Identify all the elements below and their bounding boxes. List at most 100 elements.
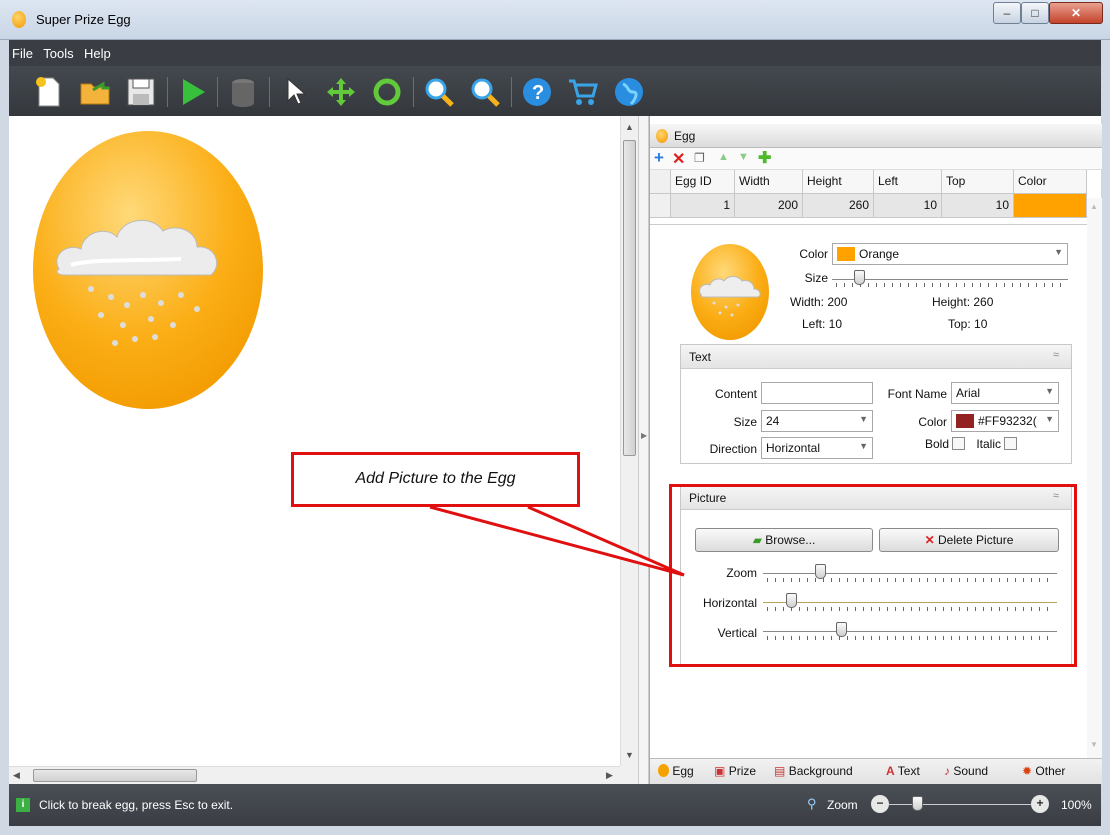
menu-file[interactable]: File — [9, 40, 37, 61]
egg-preview — [691, 244, 769, 340]
zoom-slider-track[interactable] — [889, 804, 1031, 805]
zoom-out-button[interactable]: − — [871, 795, 889, 813]
egg-icon — [656, 129, 668, 143]
egg-color-value: Orange — [859, 247, 900, 261]
cell-left[interactable]: 10 — [874, 194, 942, 218]
canvas-vertical-scrollbar[interactable]: ▲ ▼ — [620, 116, 638, 766]
prize-egg[interactable] — [31, 129, 265, 411]
tab-egg-label: Egg — [672, 764, 694, 778]
scroll-thumb[interactable] — [33, 769, 197, 782]
panel-splitter[interactable]: ▶ — [638, 116, 649, 784]
scroll-right-arrow[interactable]: ▶ — [606, 770, 613, 781]
minimize-button[interactable]: – — [993, 2, 1021, 24]
properties-panel: Egg + ✕ ❐ ▲ ▼ ✚ Egg ID Width Height Left… — [649, 116, 1102, 784]
column-header-egg-id[interactable]: Egg ID — [671, 170, 735, 194]
callout-box: Add Picture to the Egg — [291, 452, 580, 507]
gift-icon: ▣ — [714, 764, 726, 778]
save-icon[interactable] — [125, 76, 157, 108]
column-header-left[interactable]: Left — [874, 170, 942, 194]
tab-background[interactable]: ▤ Background — [774, 764, 853, 778]
scroll-thumb[interactable] — [623, 140, 636, 456]
zoom-in-button[interactable]: + — [1031, 795, 1049, 813]
column-header-color[interactable]: Color — [1014, 170, 1087, 194]
row-header[interactable] — [650, 194, 671, 218]
chevron-down-icon: ▼ — [1045, 414, 1054, 424]
maximize-button[interactable]: □ — [1021, 2, 1049, 24]
cell-width[interactable]: 200 — [735, 194, 803, 218]
help-icon[interactable]: ? — [521, 76, 553, 108]
cell-egg-id[interactable]: 1 — [671, 194, 735, 218]
zoom-out-icon[interactable] — [469, 76, 501, 108]
open-icon[interactable] — [79, 76, 111, 108]
egg-canvas[interactable] — [9, 116, 620, 766]
zoom-slider-thumb[interactable] — [912, 796, 923, 811]
status-bar: i Click to break egg, press Esc to exit.… — [9, 784, 1101, 826]
egg-color-swatch — [837, 247, 855, 261]
text-group-title: Text — [689, 350, 712, 364]
column-header-top[interactable]: Top — [942, 170, 1014, 194]
scroll-left-arrow[interactable]: ◀ — [13, 770, 20, 781]
play-icon[interactable] — [177, 76, 209, 108]
grid-scrollbar[interactable]: ▲ ▼ — [1087, 198, 1102, 758]
pointer-icon[interactable] — [279, 76, 311, 108]
font-name-value: Arial — [956, 386, 981, 400]
add-icon[interactable]: + — [654, 148, 664, 168]
egg-color-label: Color — [799, 247, 828, 261]
move-down-icon[interactable]: ▼ — [738, 151, 749, 163]
font-name-dropdown[interactable]: Arial ▼ — [951, 382, 1059, 404]
add-child-icon[interactable]: ✚ — [758, 148, 771, 168]
text-color-swatch — [956, 414, 974, 428]
tab-prize[interactable]: ▣ Prize — [714, 764, 756, 778]
cell-top[interactable]: 10 — [942, 194, 1014, 218]
scroll-down-arrow[interactable]: ▼ — [1090, 740, 1098, 749]
text-size-dropdown[interactable]: 24 ▼ — [761, 410, 873, 432]
egg-color-dropdown[interactable]: Orange ▼ — [832, 243, 1068, 265]
close-button[interactable]: ✕ — [1049, 2, 1103, 24]
slider-thumb[interactable] — [854, 270, 865, 285]
tab-sound[interactable]: ♪ Sound — [944, 764, 988, 778]
text-size-label: Size — [733, 415, 757, 429]
copy-icon[interactable]: ❐ — [694, 151, 705, 165]
scroll-up-arrow[interactable]: ▲ — [625, 122, 634, 132]
text-group-header[interactable]: Text ≈ — [681, 345, 1071, 369]
highlight-frame — [669, 484, 1077, 667]
panel-header: Egg — [650, 124, 1102, 148]
new-icon[interactable] — [33, 76, 65, 108]
bold-checkbox[interactable] — [952, 437, 965, 450]
rotate-icon[interactable] — [371, 76, 403, 108]
cell-color-swatch[interactable] — [1014, 194, 1087, 218]
tab-other[interactable]: ✹ Other — [1022, 764, 1065, 778]
cell-height[interactable]: 260 — [803, 194, 874, 218]
scroll-up-arrow[interactable]: ▲ — [1090, 202, 1098, 211]
italic-checkbox[interactable] — [1004, 437, 1017, 450]
egg-icon — [658, 764, 669, 777]
column-header-height[interactable]: Height — [803, 170, 874, 194]
move-up-icon[interactable]: ▲ — [718, 151, 729, 163]
picture-icon: ▤ — [774, 764, 786, 778]
cart-icon[interactable] — [567, 76, 599, 108]
tab-egg[interactable]: Egg — [658, 764, 694, 778]
menu-help[interactable]: Help — [81, 40, 115, 61]
grid-corner — [650, 170, 671, 194]
scroll-down-arrow[interactable]: ▼ — [625, 750, 634, 760]
move-icon[interactable] — [325, 76, 357, 108]
tab-text[interactable]: A Text — [886, 764, 920, 778]
menu-tools[interactable]: Tools — [40, 40, 77, 61]
toolbar-separator — [269, 77, 270, 107]
expand-arrow-icon[interactable]: ▶ — [641, 431, 647, 440]
content-input[interactable] — [761, 382, 873, 404]
collapse-icon[interactable]: ≈ — [1053, 349, 1059, 361]
egg-height: Height: 260 — [932, 295, 994, 309]
text-color-dropdown[interactable]: #FF93232( ▼ — [951, 410, 1059, 432]
globe-icon[interactable] — [613, 76, 645, 108]
callout-text: Add Picture to the Egg — [355, 470, 516, 487]
font-icon: A — [886, 764, 895, 778]
direction-dropdown[interactable]: Horizontal ▼ — [761, 437, 873, 459]
database-icon[interactable] — [227, 76, 259, 108]
column-header-width[interactable]: Width — [735, 170, 803, 194]
delete-icon[interactable]: ✕ — [672, 149, 685, 169]
canvas-horizontal-scrollbar[interactable]: ◀ ▶ — [9, 766, 620, 784]
zoom-in-icon[interactable] — [423, 76, 455, 108]
text-group: Text ≈ Content Font Name Arial ▼ Size 24… — [680, 344, 1072, 464]
egg-left: Left: 10 — [802, 317, 843, 331]
